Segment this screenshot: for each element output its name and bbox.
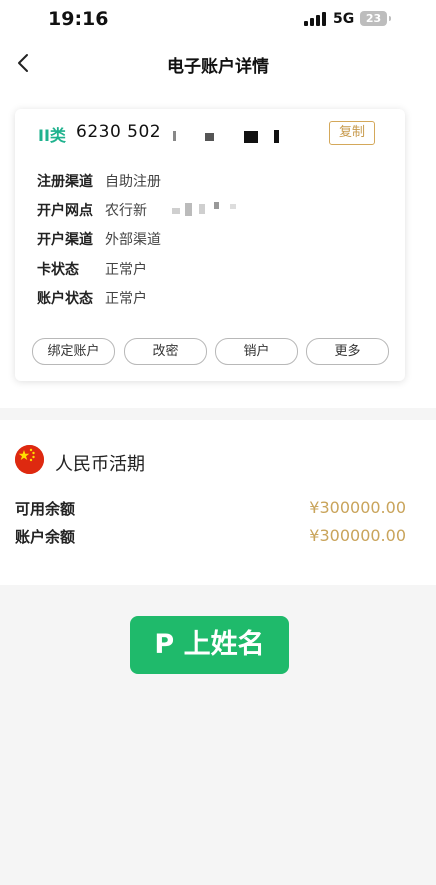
redaction-mark (205, 133, 214, 141)
battery-icon: 23 (360, 11, 387, 26)
copy-button[interactable]: 复制 (329, 121, 375, 145)
china-flag-icon (15, 445, 44, 474)
info-label: 开户网点 (37, 203, 93, 219)
info-label: 注册渠道 (37, 174, 93, 190)
available-balance-value: ¥300000.00 (309, 498, 406, 517)
account-card: II类 6230 502 复制 注册渠道 自助注册 开户网点 农行新 开户渠道 … (15, 109, 405, 381)
info-label: 开户渠道 (37, 232, 93, 248)
info-value: 正常户 (105, 262, 147, 278)
account-class-label: II类 (38, 126, 66, 145)
redaction-blur (214, 202, 219, 209)
account-balance-value: ¥300000.00 (309, 526, 406, 545)
currency-title: 人民币活期 (55, 454, 145, 475)
info-value: 正常户 (105, 291, 147, 307)
network-type: 5G (333, 11, 355, 27)
account-balance-row: 账户余额 ¥300000.00 (15, 526, 406, 548)
card-number: 6230 502 (76, 122, 162, 142)
balance-section: 人民币活期 可用余额 ¥300000.00 账户余额 ¥300000.00 (0, 420, 436, 585)
account-balance-label: 账户余额 (15, 528, 76, 546)
signal-icon (304, 12, 328, 26)
redaction-blur (185, 203, 192, 216)
redaction-blur (230, 204, 236, 209)
overlay-label: P 上姓名 (130, 616, 289, 674)
redaction-mark (274, 130, 279, 143)
redaction-blur (172, 208, 180, 214)
available-balance-label: 可用余额 (15, 500, 76, 518)
info-row-branch: 开户网点 农行新 (37, 200, 297, 220)
redaction-mark (244, 131, 258, 143)
change-password-button[interactable]: 改密 (124, 338, 207, 365)
battery-tip (389, 16, 391, 21)
status-bar: 19:16 5G 23 (0, 0, 436, 40)
info-label: 卡状态 (37, 262, 79, 278)
info-label: 账户状态 (37, 291, 93, 307)
bind-account-button[interactable]: 绑定账户 (32, 338, 115, 365)
redaction-blur (199, 204, 205, 214)
info-value: 外部渠道 (105, 232, 161, 248)
redaction-mark (173, 131, 176, 141)
more-button[interactable]: 更多 (306, 338, 389, 365)
nav-bar: 电子账户详情 (0, 40, 436, 90)
close-account-button[interactable]: 销户 (215, 338, 298, 365)
info-value: 农行新 (105, 203, 147, 219)
account-section: II类 6230 502 复制 注册渠道 自助注册 开户网点 农行新 开户渠道 … (0, 90, 436, 408)
available-balance-row: 可用余额 ¥300000.00 (15, 498, 406, 520)
page-title: 电子账户详情 (167, 57, 269, 77)
info-value: 自助注册 (105, 174, 161, 190)
status-time: 19:16 (48, 8, 109, 30)
account-actions: 绑定账户 改密 销户 更多 (32, 338, 390, 365)
